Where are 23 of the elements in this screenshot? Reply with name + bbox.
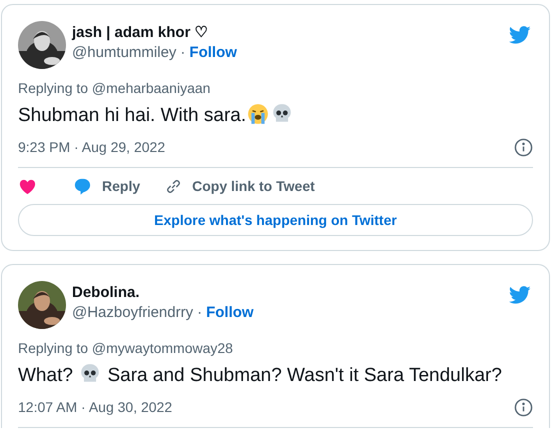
explore-button[interactable]: Explore what's happening on Twitter xyxy=(18,204,533,236)
user-handle[interactable]: @Hazboyfriendrry xyxy=(72,303,194,323)
separator-dot: · xyxy=(197,303,202,323)
bird-icon[interactable] xyxy=(507,24,533,46)
bird-icon[interactable] xyxy=(507,284,533,306)
tweet-text: What? Sara and Shubman? Wasn't it Sara Tendulkar? xyxy=(18,363,503,388)
separator-dot: · xyxy=(180,43,186,63)
reply-button[interactable]: Reply xyxy=(73,176,140,196)
replying-to-text: Replying to @mywaytommoway28 xyxy=(18,339,234,357)
copy-link-button[interactable]: Copy link to Tweet xyxy=(164,176,315,196)
display-name[interactable]: jash | adam khor ♡ xyxy=(72,23,237,43)
crying-face-icon xyxy=(247,103,270,125)
follow-link[interactable]: Follow xyxy=(206,303,254,323)
replying-to-text: Replying to @meharbaaniyaan xyxy=(18,79,212,97)
info-icon[interactable] xyxy=(514,138,533,157)
info-icon[interactable] xyxy=(514,398,533,417)
tweet-timestamp[interactable]: 12:07 AM · Aug 30, 2022 xyxy=(18,397,172,418)
tweet-text: Shubman hi hai. With sara. xyxy=(18,103,533,129)
speech-bubble-icon xyxy=(73,176,92,196)
user-handle[interactable]: @humtummiley xyxy=(72,43,176,63)
tweet-timestamp[interactable]: 9:23 PM · Aug 29, 2022 xyxy=(18,137,166,158)
display-name[interactable]: Debolina. xyxy=(72,283,254,303)
follow-link[interactable]: Follow xyxy=(189,43,237,63)
